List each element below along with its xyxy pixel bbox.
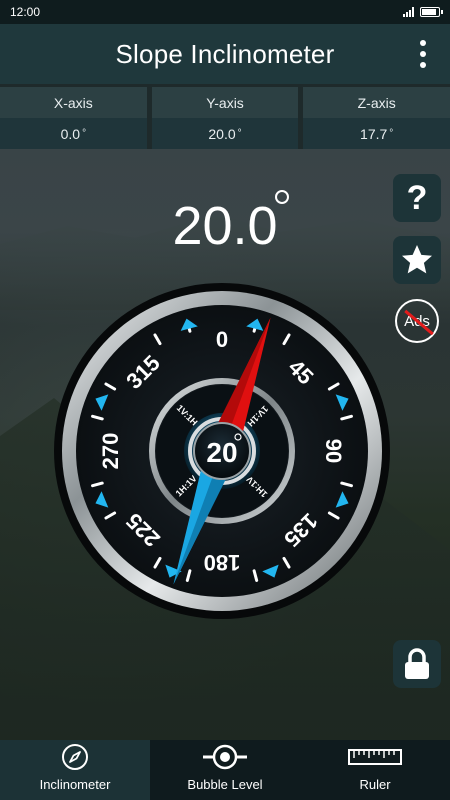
lock-button[interactable] xyxy=(393,640,441,688)
no-ads-icon: Ads xyxy=(395,299,439,343)
axis-card-x: X-axis 0.0 ° xyxy=(0,87,147,149)
overflow-menu-button[interactable] xyxy=(406,34,440,74)
gauge-degree-label: 180 xyxy=(204,550,241,575)
axis-value: 17.7 xyxy=(360,125,388,142)
gauge-center-value: 20 xyxy=(206,437,237,468)
app-title: Slope Inclinometer xyxy=(115,38,335,69)
bottom-navigation: Inclinometer Bubble Level Ruler xyxy=(0,740,450,800)
nav-label: Ruler xyxy=(359,777,391,792)
status-icons xyxy=(403,7,443,17)
axis-value: 20.0 xyxy=(208,125,236,142)
rate-button[interactable] xyxy=(393,236,441,284)
axis-value-row: 17.7 ° xyxy=(303,118,450,149)
status-bar: 12:00 xyxy=(0,0,450,24)
help-icon: ? xyxy=(406,178,428,217)
axis-readouts: X-axis 0.0 ° Y-axis 20.0 ° Z-axis 17.7 ° xyxy=(0,87,450,149)
nav-inclinometer[interactable]: Inclinometer xyxy=(0,740,150,800)
gauge-degree-label: 0 xyxy=(216,327,228,352)
main-degree-symbol xyxy=(275,190,289,204)
axis-label: Y-axis xyxy=(151,87,299,118)
lock-icon xyxy=(405,648,429,679)
status-time: 12:00 xyxy=(10,5,41,19)
menu-dot-icon xyxy=(420,62,426,68)
degree-symbol: ° xyxy=(389,128,394,139)
inclinometer-gauge: 04590135180225270315 1V:1H 1V:1H1H:1V1H:1… xyxy=(54,283,390,619)
help-button[interactable]: ? xyxy=(393,174,441,222)
axis-card-z: Z-axis 17.7 ° xyxy=(303,87,450,149)
menu-dot-icon xyxy=(420,40,426,46)
axis-card-y: Y-axis 20.0 ° xyxy=(151,87,299,149)
gauge-degree-label: 90 xyxy=(321,439,346,463)
nav-label: Inclinometer xyxy=(39,777,111,792)
degree-symbol: ° xyxy=(82,128,87,139)
axis-value-row: 0.0 ° xyxy=(0,118,147,149)
degree-symbol: ° xyxy=(237,128,242,139)
menu-dot-icon xyxy=(420,51,426,57)
compass-icon xyxy=(61,743,89,771)
gauge-degree-label: 270 xyxy=(98,433,123,470)
axis-label: X-axis xyxy=(0,87,147,118)
bubble-level-icon xyxy=(203,743,247,771)
axis-label: Z-axis xyxy=(303,87,450,118)
battery-icon xyxy=(420,7,443,17)
nav-bubble-level[interactable]: Bubble Level xyxy=(150,740,300,800)
ads-label: Ads xyxy=(404,312,430,330)
signal-icon xyxy=(403,7,414,17)
star-icon xyxy=(402,245,432,274)
remove-ads-button[interactable]: Ads xyxy=(393,297,441,345)
ruler-icon xyxy=(348,743,402,771)
main-angle-reading: 20.0 xyxy=(172,196,278,256)
axis-value-row: 20.0 ° xyxy=(151,118,299,149)
nav-label: Bubble Level xyxy=(187,777,263,792)
nav-ruler[interactable]: Ruler xyxy=(300,740,450,800)
app-bar: Slope Inclinometer xyxy=(0,24,450,84)
axis-value: 0.0 xyxy=(60,125,81,142)
